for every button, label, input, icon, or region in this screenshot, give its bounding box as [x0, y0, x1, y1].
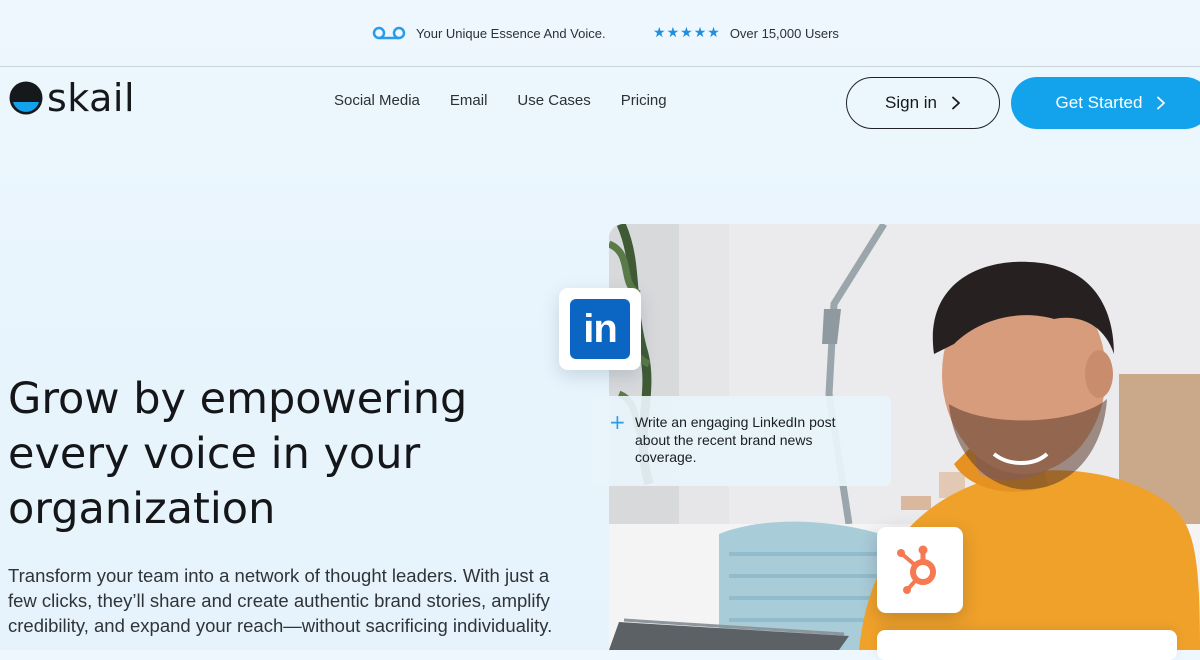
top-announcement-bar: Your Unique Essence And Voice. ★ ★ ★ ★ ★… [0, 0, 1200, 67]
skail-logo[interactable]: skail [8, 78, 135, 118]
star-icon: ★ [666, 25, 680, 41]
user-rating: ★ ★ ★ ★ ★ Over 15,000 Users [653, 22, 839, 44]
star-icon: ★ [707, 25, 720, 41]
star-icon: ★ [693, 25, 707, 41]
prompt-card: + Write an engaging LinkedIn post about … [592, 396, 891, 486]
sign-in-label: Sign in [885, 93, 937, 112]
star-icon: ★ [653, 25, 666, 41]
voicemail-icon [372, 26, 406, 40]
voice-tagline-text: Your Unique Essence And Voice. [416, 25, 606, 41]
hubspot-card [877, 527, 963, 613]
get-started-label: Get Started [1055, 93, 1143, 112]
bottom-card [877, 630, 1177, 660]
chevron-right-icon [1157, 96, 1166, 110]
sign-in-button[interactable]: Sign in [846, 77, 1000, 129]
voice-tagline: Your Unique Essence And Voice. [372, 22, 606, 44]
linkedin-card: in [559, 288, 641, 370]
main-nav: Social Media Email Use Cases Pricing [334, 92, 667, 109]
nav-item-pricing[interactable]: Pricing [621, 92, 667, 109]
prompt-text: Write an engaging LinkedIn post about th… [635, 414, 836, 465]
chevron-right-icon [952, 96, 960, 110]
linkedin-icon: in [570, 299, 630, 359]
nav-item-use-cases[interactable]: Use Cases [517, 92, 590, 109]
nav-item-email[interactable]: Email [450, 92, 488, 109]
hero-title: Grow by empowering every voice in your o… [8, 374, 468, 534]
hero-subtitle: Transform your team into a network of th… [8, 565, 553, 636]
nav-item-social-media[interactable]: Social Media [334, 92, 420, 109]
rating-stars: ★ ★ ★ ★ ★ [653, 26, 720, 40]
logo-text: skail [47, 76, 136, 120]
plus-icon: + [609, 410, 626, 434]
hubspot-icon [897, 545, 936, 594]
get-started-button[interactable]: Get Started [1011, 77, 1200, 129]
star-icon: ★ [680, 25, 693, 41]
users-count-text: Over 15,000 Users [729, 25, 839, 41]
logo-mark-icon [9, 81, 43, 115]
